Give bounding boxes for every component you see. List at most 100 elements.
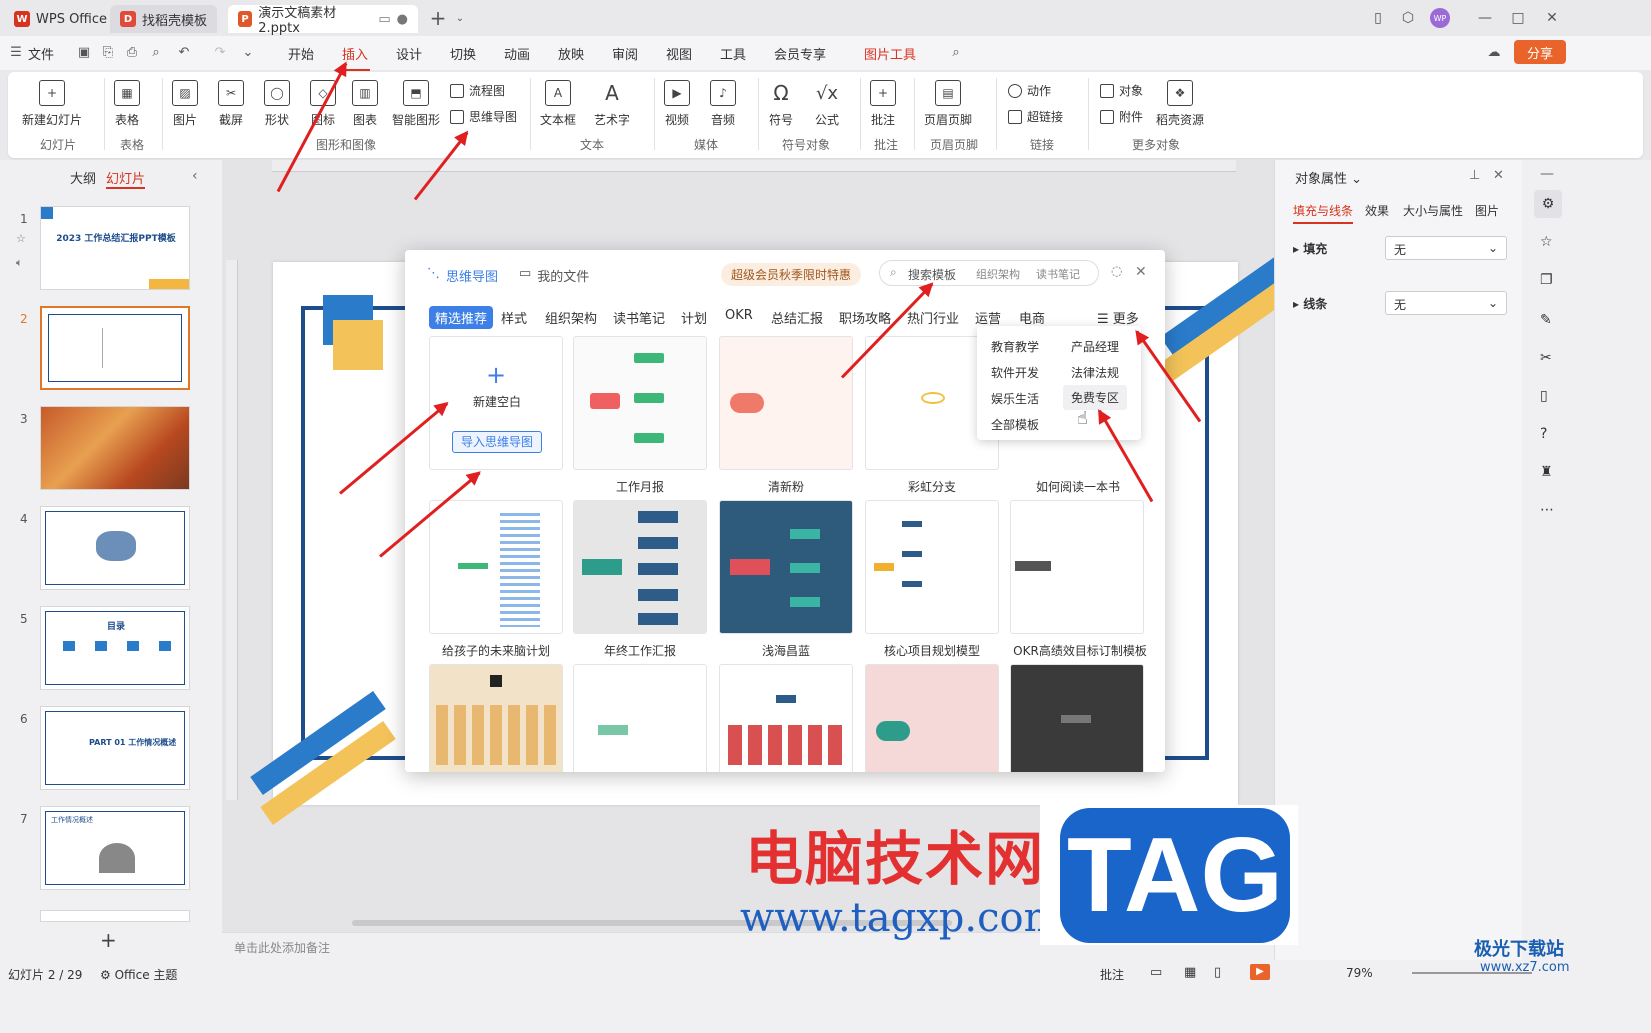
menu-picture-tools[interactable]: 图片工具 [864, 44, 916, 63]
maximize-icon[interactable]: □ [1508, 8, 1528, 28]
tab-monitor-icon[interactable]: ▭ [378, 12, 390, 27]
picture-button[interactable]: ▨ 图片 [172, 80, 198, 128]
slide-thumbnail-5[interactable]: 目录 [40, 606, 190, 690]
undo-icon[interactable]: ↶ [176, 44, 192, 60]
dropdown-item[interactable]: 软件开发 [991, 364, 1039, 381]
attachment-button[interactable]: 附件 [1100, 108, 1143, 125]
slide-thumbnail-6[interactable]: PART 01 工作情况概述 [40, 706, 190, 790]
search-tag[interactable]: 读书笔记 [1036, 266, 1080, 282]
tools-icon[interactable]: ✂ [1540, 350, 1552, 366]
tab-picture[interactable]: 图片 [1475, 202, 1499, 219]
dropdown-item[interactable]: 教育教学 [991, 338, 1039, 355]
tab-template[interactable]: D 找稻壳模板 [110, 5, 218, 33]
category-industry[interactable]: 热门行业 [907, 308, 959, 327]
dropdown-item[interactable]: 全部模板 [991, 416, 1039, 433]
hamburger-icon[interactable]: ☰ [8, 44, 24, 60]
header-footer-button[interactable]: ▤ 页眉页脚 [924, 80, 972, 128]
tab-fill-line[interactable]: 填充与线条 [1293, 202, 1354, 224]
fill-section[interactable]: ▸ 填充 [1293, 240, 1327, 257]
dropdown-item[interactable]: 法律法规 [1071, 364, 1119, 381]
menu-file[interactable]: 文件 [28, 44, 54, 63]
print-icon[interactable]: ⎙ [124, 44, 140, 60]
category-featured[interactable]: 精选推荐 [429, 306, 494, 329]
action-button[interactable]: 动作 [1008, 82, 1051, 99]
star-icon[interactable]: ☆ [16, 232, 26, 245]
tab-outline[interactable]: 大纲 [70, 168, 96, 187]
slide-thumbnail-8[interactable] [40, 910, 190, 922]
table-button[interactable]: ▦ 表格 [114, 80, 140, 128]
speaker-icon[interactable]: 🔈︎ [16, 256, 23, 270]
docer-resource-button[interactable]: ❖ 稻壳资源 [1156, 80, 1204, 128]
menu-home[interactable]: 开始 [288, 44, 314, 63]
template-card[interactable] [573, 336, 707, 470]
save-icon[interactable]: ▣ [76, 44, 92, 60]
template-card[interactable] [573, 664, 707, 772]
tab-effects[interactable]: 效果 [1365, 202, 1389, 219]
cloud-icon[interactable]: ☁ [1486, 44, 1502, 60]
object-button[interactable]: 对象 [1100, 82, 1143, 99]
tab-size-props[interactable]: 大小与属性 [1403, 202, 1463, 219]
template-card[interactable] [719, 500, 853, 634]
reading-view-icon[interactable]: ▯ [1214, 965, 1221, 980]
more-icon[interactable]: ⋯ [1540, 502, 1554, 518]
template-card[interactable] [573, 500, 707, 634]
promo-badge[interactable]: 超级会员秋季限时特惠 [721, 263, 862, 286]
slide-thumbnail-4[interactable] [40, 506, 190, 590]
edit-icon[interactable]: ✎ [1540, 312, 1552, 328]
comment-button[interactable]: + 批注 [870, 80, 896, 128]
template-card[interactable] [429, 664, 563, 772]
menu-animation[interactable]: 动画 [504, 44, 530, 63]
new-tab-plus-icon[interactable]: + [428, 6, 448, 30]
chart-button[interactable]: ▥ 图表 [352, 80, 378, 128]
category-ecommerce[interactable]: 电商 [1019, 308, 1045, 327]
menu-review[interactable]: 审阅 [612, 44, 638, 63]
add-slide-icon[interactable]: + [100, 928, 117, 952]
search-icon[interactable]: ⌕ [948, 44, 964, 60]
dialog-title[interactable]: ⋱ 思维导图 [427, 266, 498, 285]
menu-design[interactable]: 设计 [396, 44, 422, 63]
menu-tools[interactable]: 工具 [720, 44, 746, 63]
menu-slideshow[interactable]: 放映 [558, 44, 584, 63]
tab-list-chevron-icon[interactable]: ⌄ [450, 8, 470, 28]
close-window-icon[interactable]: ✕ [1542, 8, 1562, 28]
tab-slides[interactable]: 幻灯片 [106, 168, 146, 189]
comment-toggle[interactable]: 批注 [1100, 966, 1124, 983]
preview-icon[interactable]: ⌕ [148, 44, 164, 60]
layout-icon[interactable]: ▯ [1368, 8, 1388, 28]
template-card[interactable] [1010, 664, 1144, 772]
play-slideshow-icon[interactable]: ▶ [1250, 964, 1270, 980]
fill-select[interactable]: 无 ⌄ [1385, 236, 1507, 260]
share-button[interactable]: 分享 [1514, 40, 1566, 64]
hyperlink-button[interactable]: 超链接 [1008, 108, 1063, 125]
redo-icon[interactable]: ↷ [212, 44, 228, 60]
zoom-level[interactable]: 79% [1346, 966, 1373, 980]
template-card[interactable] [865, 664, 999, 772]
book-icon[interactable]: ▯ [1540, 388, 1548, 404]
dropdown-item[interactable]: 娱乐生活 [991, 390, 1039, 407]
avatar[interactable]: WP [1430, 8, 1450, 28]
dropdown-item[interactable]: 产品经理 [1071, 338, 1119, 355]
panel-title[interactable]: 对象属性 ⌄ [1295, 168, 1362, 187]
template-card[interactable] [719, 664, 853, 772]
dropdown-item-free[interactable]: 免费专区 [1063, 385, 1128, 410]
line-section[interactable]: ▸ 线条 [1293, 295, 1327, 312]
smart-graphic-button[interactable]: ⬒ 智能图形 [392, 80, 440, 128]
properties-icon[interactable]: ⚙ [1534, 190, 1562, 218]
import-mindmap-button[interactable]: 导入思维导图 [452, 431, 542, 453]
shirt-icon[interactable]: ♜ [1540, 464, 1553, 480]
close-panel-icon[interactable]: ✕ [1493, 168, 1504, 183]
textbox-button[interactable]: A 文本框 [540, 80, 576, 128]
more-chevron-icon[interactable]: ⌄ [240, 44, 256, 60]
cube-icon[interactable]: ⬡ [1398, 8, 1418, 28]
category-summary[interactable]: 总结汇报 [771, 308, 823, 327]
template-card[interactable] [719, 336, 853, 470]
grid-view-icon[interactable]: ▦ [1184, 965, 1196, 980]
minimize-strip-icon[interactable]: — [1540, 166, 1554, 182]
theme-label[interactable]: ⚙ Office 主题 [100, 966, 177, 983]
formula-button[interactable]: √x 公式 [814, 80, 840, 128]
shape-button[interactable]: ◯ 形状 [264, 80, 290, 128]
search-box[interactable]: ⌕ 搜索模板 组织架构 读书笔记 [879, 260, 1099, 286]
category-style[interactable]: 样式 [501, 308, 527, 327]
mindmap-button[interactable]: 思维导图 [450, 108, 517, 125]
my-files-tab[interactable]: ▭ 我的文件 [519, 266, 589, 285]
